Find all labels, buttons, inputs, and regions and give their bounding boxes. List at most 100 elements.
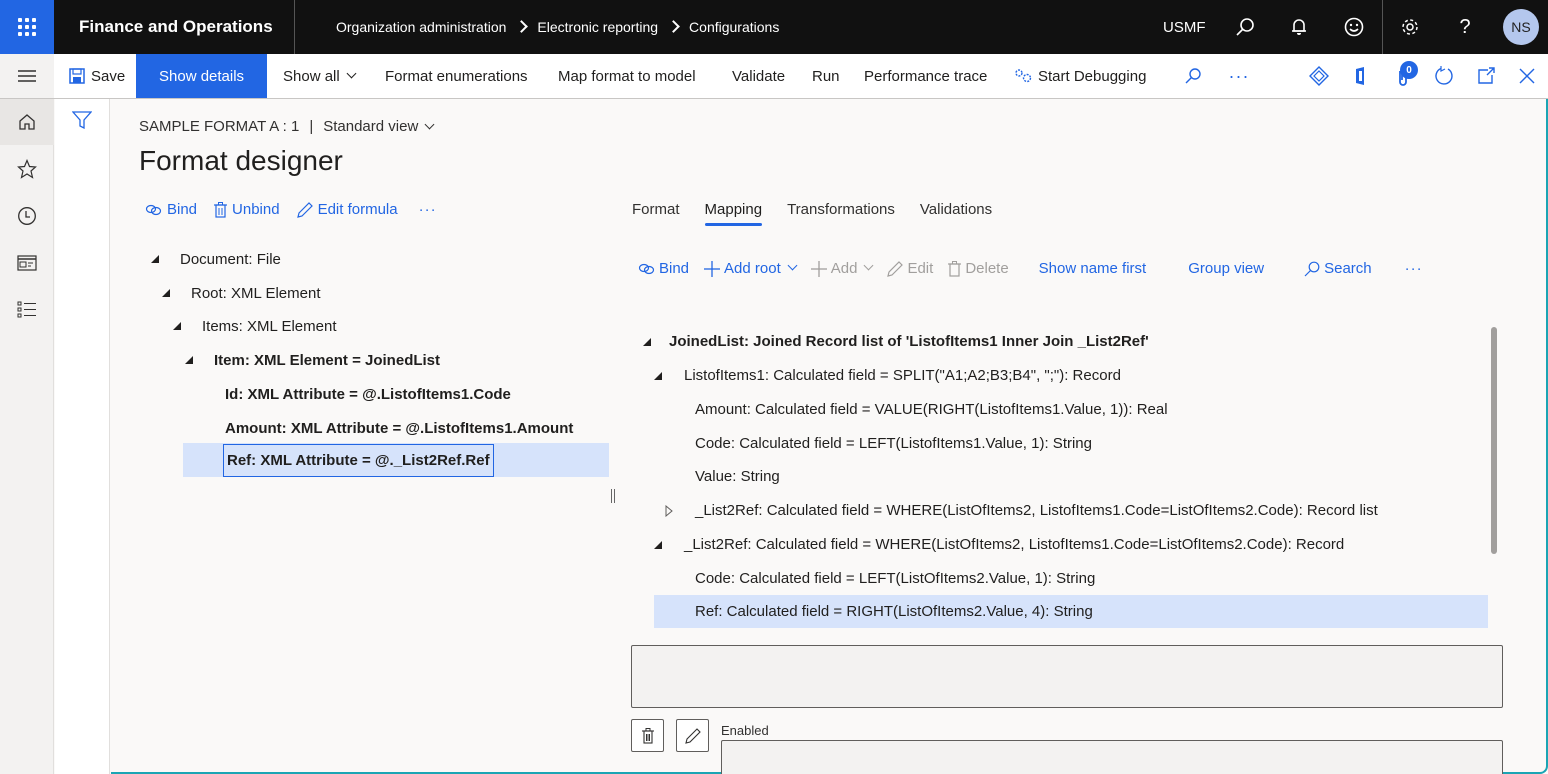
unbind-button[interactable]: Unbind — [214, 201, 280, 218]
map-format-to-model-button[interactable]: Map format to model — [558, 54, 696, 98]
office-icon[interactable] — [1349, 64, 1373, 88]
performance-trace-button[interactable]: Performance trace — [864, 54, 987, 98]
app-title[interactable]: Finance and Operations — [79, 17, 273, 37]
expanded-triangle-icon[interactable] — [643, 337, 651, 346]
favorites-star-icon[interactable] — [0, 146, 54, 192]
formula-details-field[interactable] — [631, 645, 1503, 708]
more-options-icon[interactable]: ··· — [1227, 64, 1251, 88]
add-button[interactable]: Add — [810, 260, 874, 277]
breadcrumb-item-configurations[interactable]: Configurations — [689, 19, 779, 35]
expanded-triangle-icon[interactable] — [654, 540, 662, 549]
hamburger-icon — [18, 70, 36, 82]
view-selector[interactable]: Standard view — [323, 118, 435, 135]
settings-icon[interactable] — [1396, 13, 1424, 41]
page-title: Format designer — [139, 145, 343, 176]
search-icon[interactable] — [1181, 64, 1205, 88]
more-options-icon[interactable]: ··· — [419, 201, 437, 218]
bell-icon[interactable] — [1285, 13, 1313, 41]
mapping-node-ref-selected[interactable]: Ref: Calculated field = RIGHT(ListOfItem… — [654, 595, 1488, 628]
app-launcher-button[interactable] — [0, 0, 54, 54]
tab-validations[interactable]: Validations — [920, 201, 992, 226]
expanded-triangle-icon[interactable] — [654, 371, 662, 380]
top-navigation-bar: Finance and Operations Organization admi… — [0, 0, 1548, 54]
tab-transformations[interactable]: Transformations — [787, 201, 895, 226]
save-icon — [69, 68, 85, 84]
expanded-triangle-icon[interactable] — [185, 356, 193, 364]
collapsed-triangle-icon[interactable] — [665, 504, 673, 517]
breadcrumb-item-electronic-reporting[interactable]: Electronic reporting — [537, 19, 658, 35]
pane-splitter-handle[interactable] — [611, 489, 615, 503]
tab-format[interactable]: Format — [632, 201, 680, 226]
user-avatar[interactable]: NS — [1503, 9, 1539, 45]
mapping-node-amount[interactable]: Amount: Calculated field = VALUE(RIGHT(L… — [695, 393, 1168, 426]
tab-mapping[interactable]: Mapping — [704, 201, 762, 226]
more-options-icon[interactable]: ··· — [1405, 260, 1423, 277]
divider — [294, 0, 295, 54]
workspaces-icon[interactable] — [0, 240, 54, 286]
modules-list-icon[interactable] — [0, 287, 54, 333]
expanded-triangle-icon[interactable] — [162, 289, 170, 297]
open-in-new-window-icon[interactable] — [1474, 64, 1498, 88]
company-picker[interactable]: USMF — [1163, 19, 1206, 36]
start-debugging-button[interactable]: Start Debugging — [1014, 54, 1146, 98]
mapping-node-joinedlist[interactable]: JoinedList: Joined Record list of 'Listo… — [643, 325, 1149, 358]
main-content: SAMPLE FORMAT A : 1 | Standard view Form… — [111, 99, 1548, 774]
mapping-node-listofitems1[interactable]: ListofItems1: Calculated field = SPLIT("… — [654, 359, 1121, 392]
mapping-node-list2ref-recordlist[interactable]: _List2Ref: Calculated field = WHERE(List… — [665, 494, 1378, 527]
mapping-bind-button[interactable]: Bind — [638, 260, 689, 277]
power-apps-icon[interactable] — [1307, 64, 1331, 88]
record-caption: SAMPLE FORMAT A : 1 — [139, 118, 300, 135]
search-button[interactable]: Search — [1304, 260, 1372, 277]
edit-formula-button[interactable]: Edit formula — [296, 201, 398, 218]
pencil-icon — [887, 260, 904, 277]
format-enumerations-button[interactable]: Format enumerations — [385, 54, 528, 98]
tree-node-ref-selected[interactable]: Ref: XML Attribute = @._List2Ref.Ref — [183, 443, 609, 477]
show-all-button[interactable]: Show all — [283, 54, 357, 98]
edit-enabled-button[interactable] — [676, 719, 709, 752]
recent-clock-icon[interactable] — [0, 193, 54, 239]
format-toolbar: Bind Unbind Edit formula ··· — [145, 201, 454, 218]
mapping-node-list2ref-code[interactable]: Code: Calculated field = LEFT(ListOfItem… — [695, 562, 1095, 595]
tree-node-items[interactable]: Items: XML Element — [173, 309, 337, 343]
tree-node-document[interactable]: Document: File — [151, 242, 281, 276]
tree-node-item[interactable]: Item: XML Element = JoinedList — [185, 343, 440, 377]
delete-binding-button[interactable] — [631, 719, 664, 752]
bind-button[interactable]: Bind — [145, 201, 197, 218]
mapping-node-value[interactable]: Value: String — [695, 460, 780, 493]
search-icon[interactable] — [1231, 13, 1259, 41]
run-button[interactable]: Run — [812, 54, 840, 98]
navigation-pane — [0, 99, 54, 774]
breadcrumb-item-organization-administration[interactable]: Organization administration — [336, 19, 506, 35]
save-button[interactable]: Save — [69, 54, 125, 98]
refresh-icon[interactable] — [1432, 64, 1456, 88]
tree-node-amount[interactable]: Amount: XML Attribute = @.ListofItems1.A… — [225, 411, 573, 445]
expanded-triangle-icon[interactable] — [151, 255, 159, 263]
help-icon[interactable]: ? — [1451, 13, 1479, 41]
close-icon[interactable] — [1515, 64, 1539, 88]
enabled-label: Enabled — [721, 723, 769, 738]
filter-pane — [55, 99, 110, 774]
navigation-menu-button[interactable] — [0, 54, 54, 99]
filter-icon[interactable] — [71, 111, 93, 134]
show-details-button[interactable]: Show details — [136, 54, 268, 98]
trash-icon — [641, 727, 654, 744]
plus-icon — [810, 260, 827, 277]
mapping-node-list2ref-record[interactable]: _List2Ref: Calculated field = WHERE(List… — [654, 528, 1344, 561]
smiley-icon[interactable] — [1340, 13, 1368, 41]
tree-node-id[interactable]: Id: XML Attribute = @.ListofItems1.Code — [225, 377, 511, 411]
pencil-icon — [296, 201, 313, 218]
add-root-button[interactable]: Add root — [704, 260, 798, 277]
group-view-button[interactable]: Group view — [1188, 260, 1264, 277]
delete-button[interactable]: Delete — [948, 260, 1009, 277]
enabled-field[interactable] — [721, 740, 1503, 774]
edit-button[interactable]: Edit — [887, 260, 933, 277]
mapping-node-code[interactable]: Code: Calculated field = LEFT(ListofItem… — [695, 427, 1092, 460]
validate-button[interactable]: Validate — [732, 54, 785, 98]
mapping-tree-scrollbar[interactable] — [1491, 327, 1497, 554]
home-icon[interactable] — [0, 99, 54, 145]
expanded-triangle-icon[interactable] — [173, 322, 181, 330]
attachments-count-badge: 0 — [1400, 61, 1418, 79]
link-icon — [638, 263, 655, 274]
tree-node-root[interactable]: Root: XML Element — [162, 276, 321, 310]
show-name-first-button[interactable]: Show name first — [1039, 260, 1147, 277]
